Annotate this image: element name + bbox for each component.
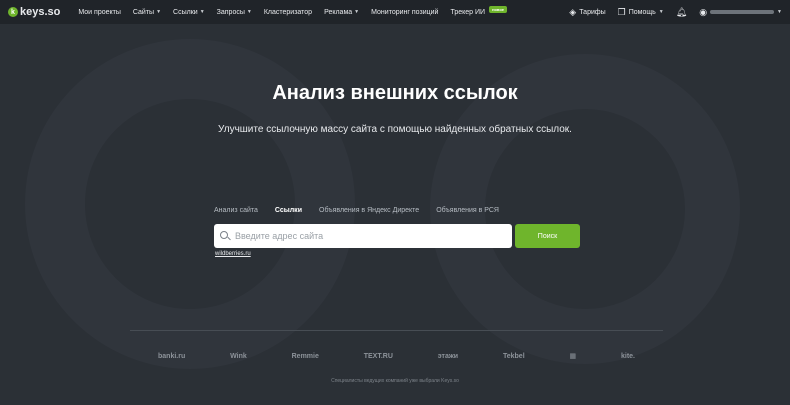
search-icon: [220, 231, 231, 241]
tariffs-link[interactable]: ◈ Тарифы: [569, 7, 605, 18]
nav-item-label: Трекер ИИ: [450, 8, 486, 16]
search-field[interactable]: [214, 224, 512, 248]
tariffs-label: Тарифы: [579, 8, 606, 16]
nav-item-label: Сайты: [132, 8, 155, 16]
new-badge: новое: [489, 5, 507, 13]
user-menu[interactable]: ◉ ▼: [699, 7, 782, 18]
book-icon: ❐: [617, 6, 626, 17]
partner-logo-textru: TEXT.RU: [363, 352, 393, 360]
tab-links[interactable]: Ссылки: [275, 207, 302, 214]
help-menu[interactable]: ❐ Помощь ▼: [618, 7, 664, 18]
nav-item-label: Мониторинг позиций: [371, 8, 439, 16]
nav-item-queries[interactable]: Запросы ▼: [217, 9, 252, 16]
nav-item-sites[interactable]: Сайты ▼: [133, 9, 161, 16]
search-button[interactable]: Поиск: [515, 224, 580, 248]
page-subtitle: Улучшите ссылочную массу сайта с помощью…: [218, 124, 572, 135]
tag-icon: ◈: [569, 6, 577, 17]
user-email-redacted: [710, 10, 775, 14]
notifications-button[interactable]: 🔔︎: [676, 7, 687, 18]
partner-logo-banki: banki.ru: [158, 352, 186, 360]
nav-item-my-projects[interactable]: Мои проекты: [78, 9, 121, 16]
tab-yandex-direct-ads[interactable]: Объявления в Яндекс Директе: [319, 207, 419, 214]
nav-item-label: Ссылки: [173, 8, 198, 16]
logo-icon: k: [8, 7, 18, 17]
nav-item-label: Запросы: [216, 8, 245, 16]
nav-item-label: Реклама: [324, 8, 353, 16]
user-icon: ◉: [699, 6, 708, 17]
chevron-down-icon: ▼: [246, 9, 252, 15]
logo-text: keys.so: [20, 6, 61, 18]
tab-rsya-ads[interactable]: Объявления в РСЯ: [436, 207, 499, 214]
partner-logo-kite: kite.: [620, 352, 635, 360]
nav-menu: Мои проекты Сайты ▼ Ссылки ▼ Запросы ▼ К…: [78, 5, 519, 16]
chevron-down-icon: ▼: [199, 9, 205, 15]
search-input[interactable]: [235, 231, 495, 241]
divider: [130, 330, 663, 331]
nav-item-links[interactable]: Ссылки ▼: [173, 9, 205, 16]
nav-item-label: Кластеризатор: [263, 8, 313, 16]
logo[interactable]: k keys.so: [8, 6, 60, 18]
chevron-down-icon: ▼: [777, 9, 782, 15]
nav-item-ai-tracker[interactable]: Трекер ИИ новое: [450, 5, 507, 16]
nav-item-ads[interactable]: Реклама ▼: [324, 9, 359, 16]
help-label: Помощь: [628, 8, 656, 16]
page-title: Анализ внешних ссылок: [272, 82, 518, 104]
bell-icon: 🔔︎: [675, 6, 688, 17]
nav-item-position-monitoring[interactable]: Мониторинг позиций: [371, 9, 438, 16]
partner-logo-remmie: Remmie: [291, 352, 319, 360]
partner-logo-wink: Wink: [230, 352, 247, 360]
partner-logo-etazhi: этажи: [437, 352, 459, 360]
top-navigation: k keys.so Мои проекты Сайты ▼ Ссылки ▼ З…: [0, 0, 790, 24]
nav-item-clusterizer[interactable]: Кластеризатор: [264, 9, 312, 16]
nav-item-label: Мои проекты: [78, 8, 121, 16]
chevron-down-icon: ▼: [658, 9, 664, 15]
chevron-down-icon: ▼: [156, 9, 162, 15]
partner-logos: banki.ru Wink Remmie TEXT.RU этажи Tekbe…: [130, 352, 663, 361]
nav-right: ◈ Тарифы ❐ Помощь ▼ 🔔︎ ◉ ▼: [569, 7, 782, 18]
tab-site-analysis[interactable]: Анализ сайта: [214, 207, 258, 214]
partner-logo-tekbel: Tekbel: [502, 352, 525, 360]
footer-note: Специалисты ведущих компаний уже выбрали…: [331, 378, 459, 384]
partner-logo-qr: ▦: [569, 353, 577, 360]
example-site-link[interactable]: wildberries.ru: [215, 251, 251, 257]
search-tabs: Анализ сайта Ссылки Объявления в Яндекс …: [214, 207, 499, 214]
chevron-down-icon: ▼: [354, 9, 360, 15]
